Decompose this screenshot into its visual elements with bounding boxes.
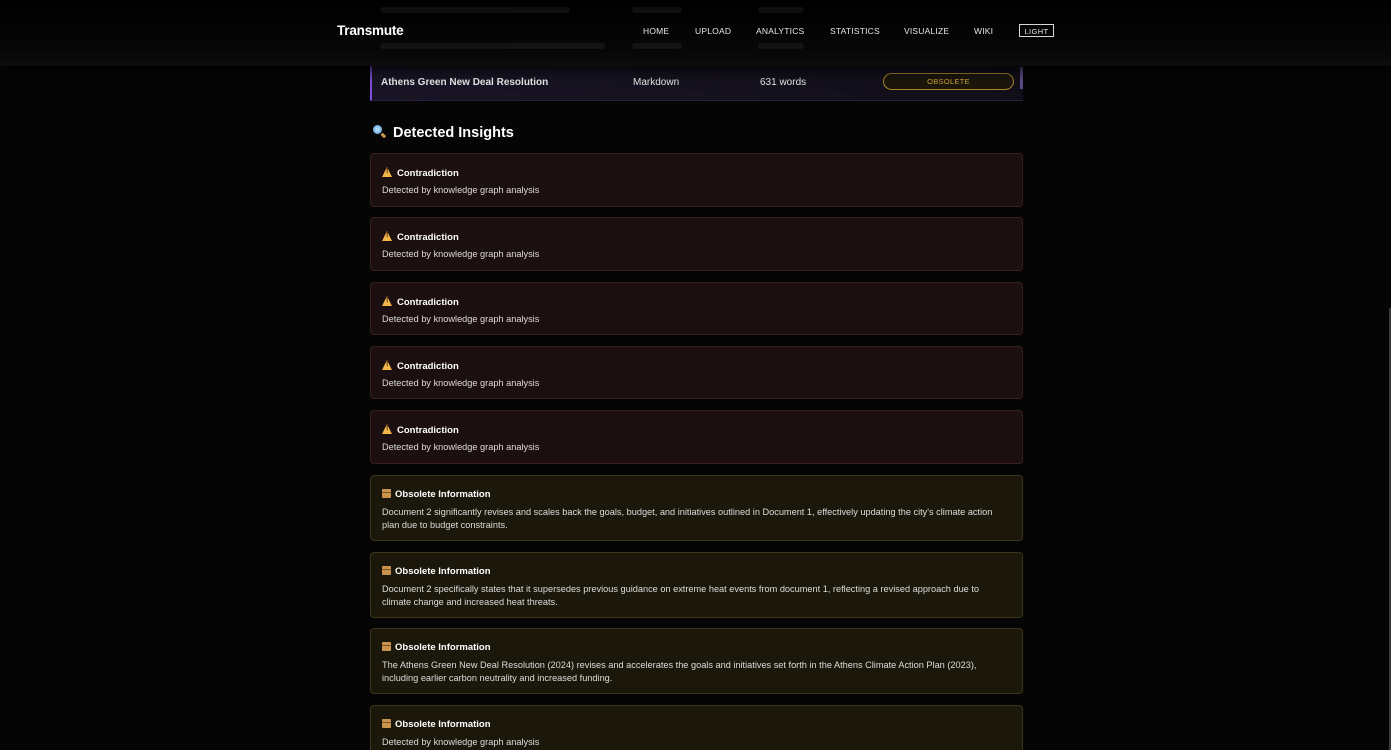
nav-analytics[interactable]: ANALYTICS — [756, 26, 804, 36]
insight-card-contradiction: Contradiction Detected by knowledge grap… — [370, 410, 1023, 464]
insight-description: Detected by knowledge graph analysis — [382, 185, 540, 195]
insight-description: Detected by knowledge graph analysis — [382, 249, 540, 259]
document-word-count: 631 words — [760, 77, 807, 88]
insight-title: Obsolete Information — [395, 642, 491, 653]
insight-description: Detected by knowledge graph analysis — [382, 314, 540, 324]
nav-visualize[interactable]: VISUALIZE — [904, 26, 949, 36]
insight-title: Contradiction — [397, 168, 459, 179]
insight-description: Detected by knowledge graph analysis — [382, 378, 540, 388]
package-icon — [382, 566, 391, 575]
warning-icon — [382, 167, 393, 177]
insight-card-obsolete: Obsolete Information Document 2 signific… — [370, 475, 1023, 541]
insight-title: Contradiction — [397, 361, 459, 372]
insight-title: Contradiction — [397, 425, 459, 436]
insight-title: Contradiction — [397, 232, 459, 243]
insight-description: Document 2 specifically states that it s… — [382, 584, 980, 607]
warning-icon — [382, 360, 393, 370]
insight-card-contradiction: Contradiction Detected by knowledge grap… — [370, 346, 1023, 399]
row-edge-accent — [1020, 67, 1023, 89]
insight-title: Contradiction — [397, 297, 459, 308]
app-logo[interactable]: Transmute — [337, 23, 404, 38]
document-table-row[interactable]: Athens Green New Deal Resolution Markdow… — [370, 65, 1023, 101]
insight-description: Detected by knowledge graph analysis — [382, 442, 540, 452]
insight-card-obsolete: Obsolete Information The Athens Green Ne… — [370, 628, 1023, 694]
insight-description: Detected by knowledge graph analysis — [382, 737, 540, 747]
insight-description: Document 2 significantly revises and sca… — [382, 507, 993, 530]
scrolled-row-ghost — [370, 3, 1023, 17]
nav-upload[interactable]: UPLOAD — [695, 26, 731, 36]
insights-heading: Detected Insights — [373, 125, 514, 141]
status-badge: OBSOLETE — [883, 73, 1014, 90]
insights-heading-text: Detected Insights — [393, 125, 514, 141]
insight-description: The Athens Green New Deal Resolution (20… — [382, 660, 977, 683]
magnifier-icon — [373, 125, 387, 139]
warning-icon — [382, 231, 393, 241]
document-format: Markdown — [633, 77, 680, 88]
package-icon — [382, 642, 391, 651]
nav-home[interactable]: HOME — [643, 26, 669, 36]
scrolled-row-ghost — [370, 39, 1023, 53]
insight-card-contradiction: Contradiction Detected by knowledge grap… — [370, 282, 1023, 335]
warning-icon — [382, 424, 393, 434]
nav-wiki[interactable]: WIKI — [974, 26, 993, 36]
package-icon — [382, 719, 391, 728]
warning-icon — [382, 296, 393, 306]
insight-title: Obsolete Information — [395, 489, 491, 500]
insight-card-contradiction: Contradiction Detected by knowledge grap… — [370, 217, 1023, 271]
package-icon — [382, 489, 391, 498]
document-title: Athens Green New Deal Resolution — [381, 77, 549, 88]
top-nav-bar: Transmute HOME UPLOAD ANALYTICS STATISTI… — [0, 0, 1391, 66]
insight-card-contradiction: Contradiction Detected by knowledge grap… — [370, 153, 1023, 207]
insight-card-obsolete: Obsolete Information Detected by knowled… — [370, 705, 1023, 750]
insight-title: Obsolete Information — [395, 719, 491, 730]
insight-title: Obsolete Information — [395, 566, 491, 577]
insight-card-obsolete: Obsolete Information Document 2 specific… — [370, 552, 1023, 618]
theme-toggle-button[interactable]: LIGHT — [1019, 24, 1054, 37]
nav-statistics[interactable]: STATISTICS — [830, 26, 880, 36]
